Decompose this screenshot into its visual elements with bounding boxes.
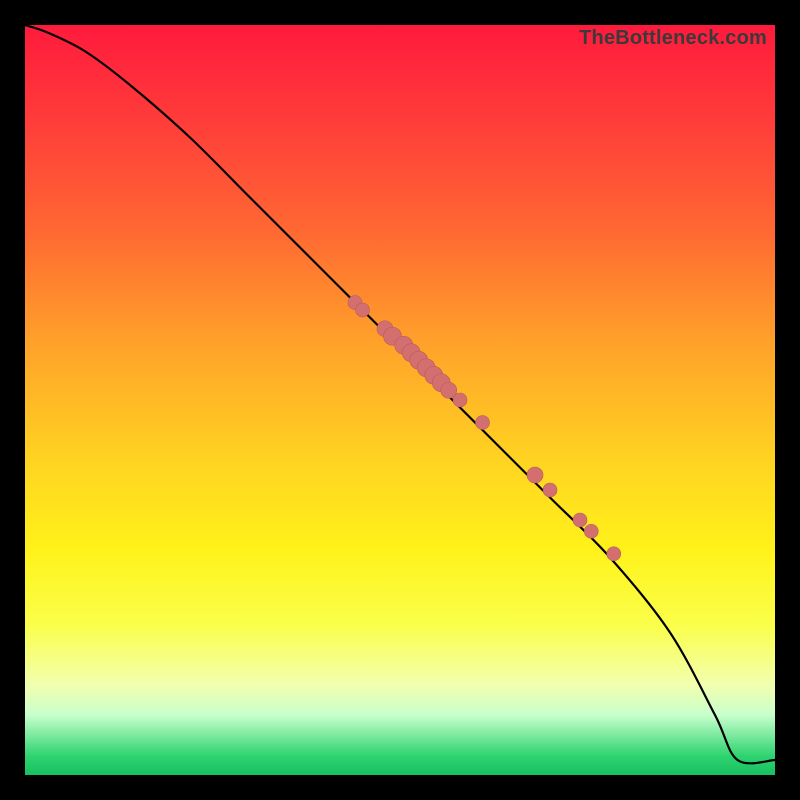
chart-scatter-point — [573, 513, 587, 527]
chart-scatter-point — [476, 416, 490, 430]
chart-svg — [25, 25, 775, 775]
chart-curve — [25, 25, 775, 763]
chart-scatter-group — [348, 296, 621, 561]
chart-scatter-point — [607, 547, 621, 561]
chart-scatter-point — [543, 483, 557, 497]
chart-plot-area: TheBottleneck.com — [25, 25, 775, 775]
chart-scatter-point — [453, 393, 467, 407]
chart-scatter-point — [584, 524, 598, 538]
chart-scatter-point — [356, 303, 370, 317]
chart-frame: TheBottleneck.com — [0, 0, 800, 800]
chart-scatter-point — [527, 467, 543, 483]
